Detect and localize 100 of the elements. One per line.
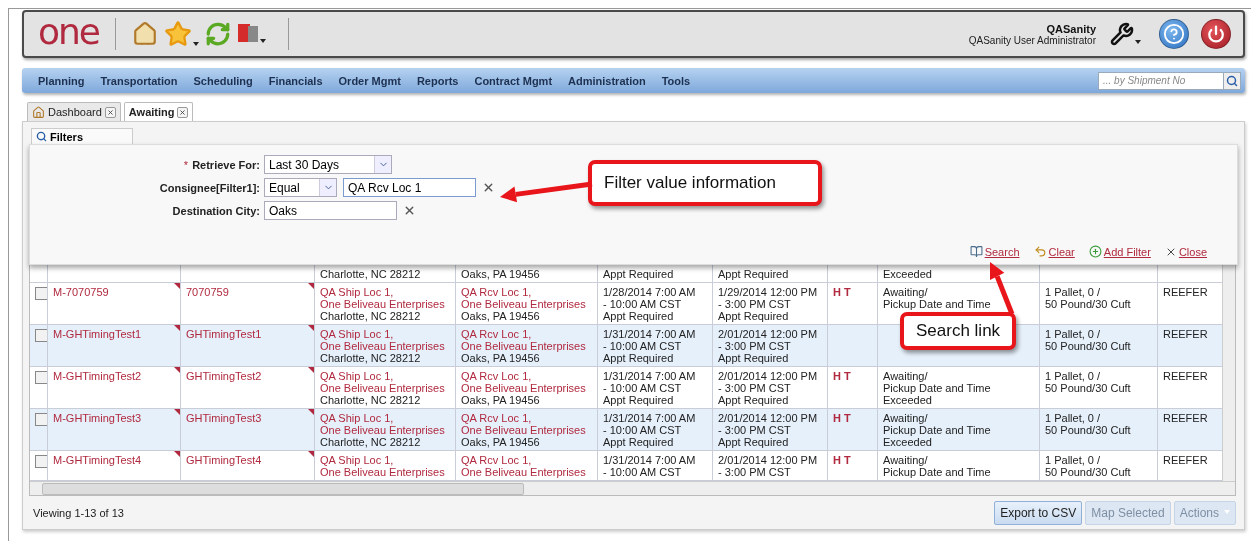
flags: H T — [833, 286, 852, 298]
star-icon[interactable] — [164, 20, 199, 48]
order-link[interactable]: M-GHTimingTest1 — [53, 328, 175, 340]
company-link[interactable]: One Beliveau Enterprises — [461, 340, 592, 352]
table-cell: 2/01/2014 12:00 PM - 3:00 PM CST Appt Required — [713, 367, 828, 408]
nav-item[interactable]: Tools — [653, 74, 699, 87]
user-name: QASanity — [1046, 22, 1096, 35]
company-link[interactable]: One Beliveau Enterprises — [320, 424, 450, 436]
nav-item[interactable]: Transportation — [92, 74, 186, 87]
checkbox[interactable] — [35, 329, 47, 342]
company-link[interactable]: One Beliveau Enterprises — [320, 340, 450, 352]
input-field[interactable]: QA Rcv Loc 1 — [343, 178, 476, 197]
location-link[interactable]: QA Ship Loc 1, — [320, 370, 450, 382]
table-cell: 1/31/2014 7:00 AM - 10:00 AM CST Appt Required — [598, 409, 713, 450]
reference-link[interactable]: GHTimingTest2 — [186, 370, 309, 382]
checkbox[interactable] — [35, 371, 47, 384]
table-cell-text: Charlotte, NC 28212 — [320, 352, 422, 364]
nav-item[interactable]: Scheduling — [185, 74, 261, 87]
home-icon[interactable] — [132, 21, 158, 47]
filter-link[interactable]: Clear — [1033, 245, 1075, 258]
filter-link[interactable]: Search — [969, 245, 1020, 258]
order-link[interactable]: M-7070759 — [53, 286, 175, 298]
pager-summary: Viewing 1-13 of 13 — [33, 506, 124, 519]
table-cell-text: Charlotte, NC 28212 — [320, 268, 422, 280]
field-label: * Retrieve For: — [182, 158, 260, 171]
location-link[interactable]: QA Ship Loc 1, — [320, 286, 450, 298]
filter-link[interactable]: Add Filter — [1088, 245, 1151, 258]
search-button[interactable] — [1223, 71, 1241, 90]
table-cell: 2/01/2014 12:00 PM - 3:00 PM CST — [713, 451, 828, 480]
table-cell: 1/29/2014 12:00 PM - 3:00 PM CST Appt Required — [713, 283, 828, 324]
input-field[interactable]: Oaks — [264, 201, 397, 220]
table-cell-text: Oaks, PA 19456 — [461, 268, 541, 280]
corner-marker-icon — [308, 367, 314, 373]
corner-marker-icon — [308, 409, 314, 415]
location-link[interactable]: QA Ship Loc 1, — [320, 454, 450, 466]
plus-icon — [1088, 245, 1102, 258]
filters-tab[interactable]: Filters — [31, 128, 133, 144]
callout: Filter value information — [588, 160, 822, 206]
table-cell: 1 Pallet, 0 / 50 Pound/30 Cuft — [1040, 409, 1158, 450]
corner-marker-icon — [174, 325, 180, 331]
company-link[interactable]: One Beliveau Enterprises — [461, 466, 592, 478]
footer-button[interactable]: Export to CSV — [994, 500, 1083, 525]
nav-item[interactable]: Administration — [560, 74, 654, 87]
nav-item[interactable]: Planning — [30, 74, 93, 87]
clear-icon[interactable] — [403, 204, 416, 217]
table-cell: REEFER — [1163, 412, 1207, 424]
company-link[interactable]: One Beliveau Enterprises — [320, 298, 450, 310]
company-link[interactable]: One Beliveau Enterprises — [461, 424, 592, 436]
company-link[interactable]: One Beliveau Enterprises — [320, 466, 450, 478]
location-link[interactable]: QA Ship Loc 1, — [320, 412, 450, 424]
corner-marker-icon — [174, 451, 180, 457]
nav-item[interactable]: Contract Mgmt — [466, 74, 561, 87]
table-cell: 1 Pallet, 0 / 50 Pound/30 Cuft — [1040, 325, 1158, 366]
field-label: Consignee[Filter1]: — [158, 181, 260, 194]
corner-marker-icon — [308, 451, 314, 457]
home-icon — [32, 105, 45, 119]
search-field[interactable]: ... by Shipment No — [1098, 71, 1223, 90]
close-icon[interactable] — [177, 106, 189, 118]
dropdown[interactable]: Equal — [264, 178, 337, 197]
reference-link[interactable]: GHTimingTest1 — [186, 328, 309, 340]
caret-icon — [1224, 509, 1230, 514]
order-link[interactable]: M-GHTimingTest2 — [53, 370, 175, 382]
company-link[interactable]: One Beliveau Enterprises — [461, 382, 592, 394]
checkbox[interactable] — [35, 455, 47, 468]
table-cell: 1 Pallet, 0 / 50 Pound/30 Cuft — [1040, 367, 1158, 408]
clear-icon[interactable] — [482, 181, 495, 194]
checkbox[interactable] — [35, 287, 47, 300]
table-cell: 1 Pallet, 0 / 50 Pound/30 Cuft — [1040, 451, 1158, 480]
power-icon[interactable] — [1201, 19, 1231, 49]
reference-link[interactable]: 7070759 — [186, 286, 309, 298]
nav-item[interactable]: Financials — [260, 74, 331, 87]
location-link[interactable]: QA Rcv Loc 1, — [461, 370, 592, 382]
order-link[interactable]: M-GHTimingTest4 — [53, 454, 175, 466]
close-icon[interactable] — [104, 106, 116, 118]
company-link[interactable]: One Beliveau Enterprises — [320, 382, 450, 394]
flags: H T — [833, 454, 852, 466]
table-cell: Awaiting/ Pickup Date and Time Exceeded — [878, 367, 1040, 408]
reference-link[interactable]: GHTimingTest4 — [186, 454, 309, 466]
refresh-icon[interactable] — [205, 21, 231, 47]
settings-icon[interactable] — [1110, 22, 1141, 46]
flags: H T — [833, 370, 852, 382]
filter-link[interactable]: Close — [1164, 245, 1207, 258]
nav-item[interactable]: Reports — [408, 74, 467, 87]
help-icon[interactable] — [1159, 19, 1189, 49]
tab[interactable]: Awaiting — [123, 102, 194, 121]
table-cell-text: Oaks, PA 19456 — [461, 394, 541, 406]
location-link[interactable]: QA Rcv Loc 1, — [461, 412, 592, 424]
location-link[interactable]: QA Rcv Loc 1, — [461, 328, 592, 340]
corner-marker-icon — [174, 283, 180, 289]
order-link[interactable]: M-GHTimingTest3 — [53, 412, 175, 424]
company-link[interactable]: One Beliveau Enterprises — [461, 298, 592, 310]
dropdown[interactable]: Last 30 Days — [264, 155, 392, 174]
nav-item[interactable]: Order Mgmt — [330, 74, 409, 87]
location-link[interactable]: QA Rcv Loc 1, — [461, 454, 592, 466]
table-cell-text: Oaks, PA 19456 — [461, 352, 541, 364]
reference-link[interactable]: GHTimingTest3 — [186, 412, 309, 424]
location-link[interactable]: QA Rcv Loc 1, — [461, 286, 592, 298]
location-link[interactable]: QA Ship Loc 1, — [320, 328, 450, 340]
checkbox[interactable] — [35, 413, 47, 426]
tab[interactable]: Dashboard — [27, 102, 121, 121]
